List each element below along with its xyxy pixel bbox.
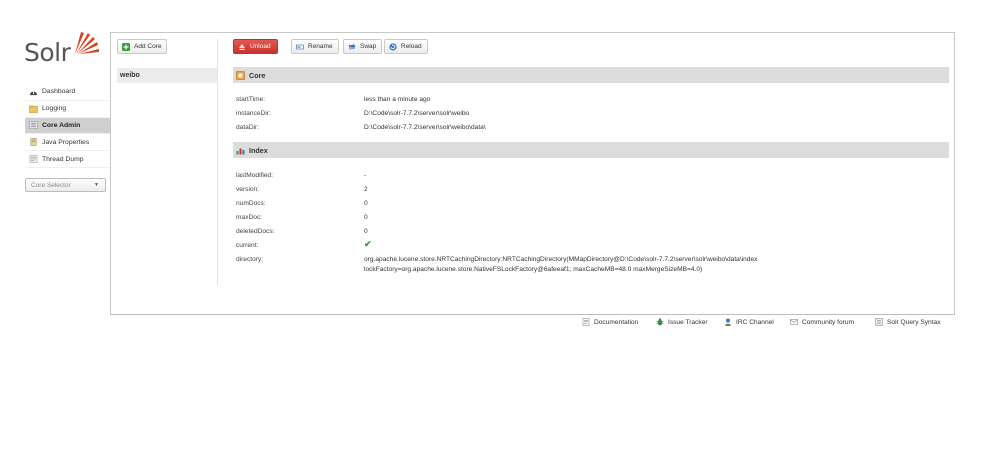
logging-icon: [29, 105, 38, 113]
rename-button[interactable]: Rename: [291, 39, 339, 54]
chevron-down-icon: ▼: [94, 182, 99, 188]
documentation-link[interactable]: Documentation: [582, 318, 638, 326]
add-core-label: Add Core: [134, 43, 162, 50]
index-field-key: lastModified:: [236, 172, 274, 179]
nav-item-label: Java Properties: [42, 138, 90, 146]
nav-item-label: Dashboard: [42, 88, 76, 96]
nav-item-label: Thread Dump: [42, 155, 84, 163]
index-field-key: directory:: [236, 256, 264, 263]
panel-divider: [217, 39, 218, 285]
index-field-value: 0: [364, 228, 368, 235]
index-field-value: 0: [364, 214, 368, 221]
rename-icon: [296, 44, 304, 49]
query-syntax-label: Solr Query Syntax: [887, 318, 941, 326]
index-field-value: 0: [364, 200, 368, 207]
nav-item-java-properties[interactable]: Java Properties: [25, 134, 110, 152]
index-field-value: 2: [364, 186, 368, 193]
footer-links: Documentation Issue Tracker IRC Channel …: [0, 316, 982, 332]
solr-sun-icon: [75, 32, 99, 54]
documentation-icon: [582, 318, 590, 326]
nav-item-thread-dump[interactable]: Thread Dump: [25, 151, 110, 168]
swap-label: Swap: [360, 43, 377, 50]
core-selector-dropdown[interactable]: Core Selector ▼: [25, 178, 106, 192]
unload-icon: [239, 43, 245, 50]
index-field-key: version:: [236, 186, 260, 193]
core-icon: [236, 70, 245, 80]
nav-item-label: Logging: [42, 105, 67, 113]
issue-tracker-icon: [656, 318, 664, 326]
core-field-value: D:\Code\solr-7.7.2\server\solr\weibo: [364, 110, 470, 117]
swap-button[interactable]: Swap: [343, 39, 383, 54]
index-field-key: maxDoc:: [236, 214, 263, 221]
core-field-key: startTime:: [236, 96, 266, 103]
core-admin-panel: Add Core weibo Unload Rename Swap Reload…: [110, 32, 955, 315]
index-section-header: Index: [233, 142, 949, 158]
swap-icon: [348, 43, 356, 50]
index-field-value: -: [364, 172, 367, 179]
core-field-value: less than a minute ago: [364, 96, 431, 103]
solr-logo[interactable]: Solr: [24, 30, 104, 72]
irc-channel-icon: [725, 318, 731, 326]
index-field-key: current:: [236, 242, 259, 249]
index-field-key: numDocs:: [236, 200, 266, 207]
index-directory-value: org.apache.lucene.store.NRTCachingDirect…: [364, 256, 758, 273]
core-section-header: Core: [233, 67, 949, 83]
issue-tracker-link[interactable]: Issue Tracker: [656, 318, 708, 326]
index-field-key: deletedDocs:: [236, 228, 275, 235]
core-name: weibo: [120, 72, 140, 79]
community-forum-icon: [790, 319, 798, 325]
add-core-button[interactable]: Add Core: [117, 39, 168, 54]
nav-item-label: Core Admin: [42, 121, 81, 129]
core-field-value: D:\Code\solr-7.7.2\server\solr\weibo\dat…: [364, 124, 486, 131]
core-admin-icon: [29, 121, 38, 130]
irc-channel-label: IRC Channel: [736, 318, 774, 326]
core-field-key: dataDir:: [236, 124, 260, 131]
add-icon: [122, 42, 130, 51]
irc-channel-link[interactable]: IRC Channel: [724, 318, 774, 326]
nav-item-logging[interactable]: Logging: [25, 101, 110, 118]
logo-text: Solr: [24, 38, 71, 67]
core-selector-label: Core Selector: [31, 181, 71, 189]
core-list-item-weibo[interactable]: weibo: [117, 68, 217, 83]
thread-dump-icon: [29, 155, 38, 163]
documentation-label: Documentation: [594, 318, 639, 326]
community-forum-label: Community forum: [802, 318, 855, 326]
rename-label: Rename: [308, 43, 333, 50]
nav-item-core-admin[interactable]: Core Admin: [25, 117, 110, 135]
community-forum-link[interactable]: Community forum: [790, 318, 854, 326]
issue-tracker-label: Issue Tracker: [668, 318, 708, 326]
query-syntax-link[interactable]: Solr Query Syntax: [875, 318, 941, 326]
reload-button[interactable]: Reload: [384, 39, 428, 54]
nav-item-dashboard[interactable]: Dashboard: [25, 84, 110, 101]
index-chart-icon: [236, 148, 245, 154]
main-navigation: Dashboard Logging Core Admin Java Proper…: [25, 84, 110, 168]
index-section-title: Index: [249, 145, 268, 155]
core-field-key: instanceDir:: [236, 110, 271, 117]
java-properties-icon: [30, 138, 37, 147]
dashboard-icon: [29, 90, 38, 96]
core-section-title: Core: [249, 70, 266, 80]
reload-icon: [389, 42, 397, 51]
unload-button[interactable]: Unload: [233, 39, 278, 54]
unload-label: Unload: [250, 43, 271, 50]
query-syntax-icon: [875, 318, 883, 326]
reload-label: Reload: [401, 43, 422, 50]
current-check-icon: ✔: [364, 239, 372, 249]
